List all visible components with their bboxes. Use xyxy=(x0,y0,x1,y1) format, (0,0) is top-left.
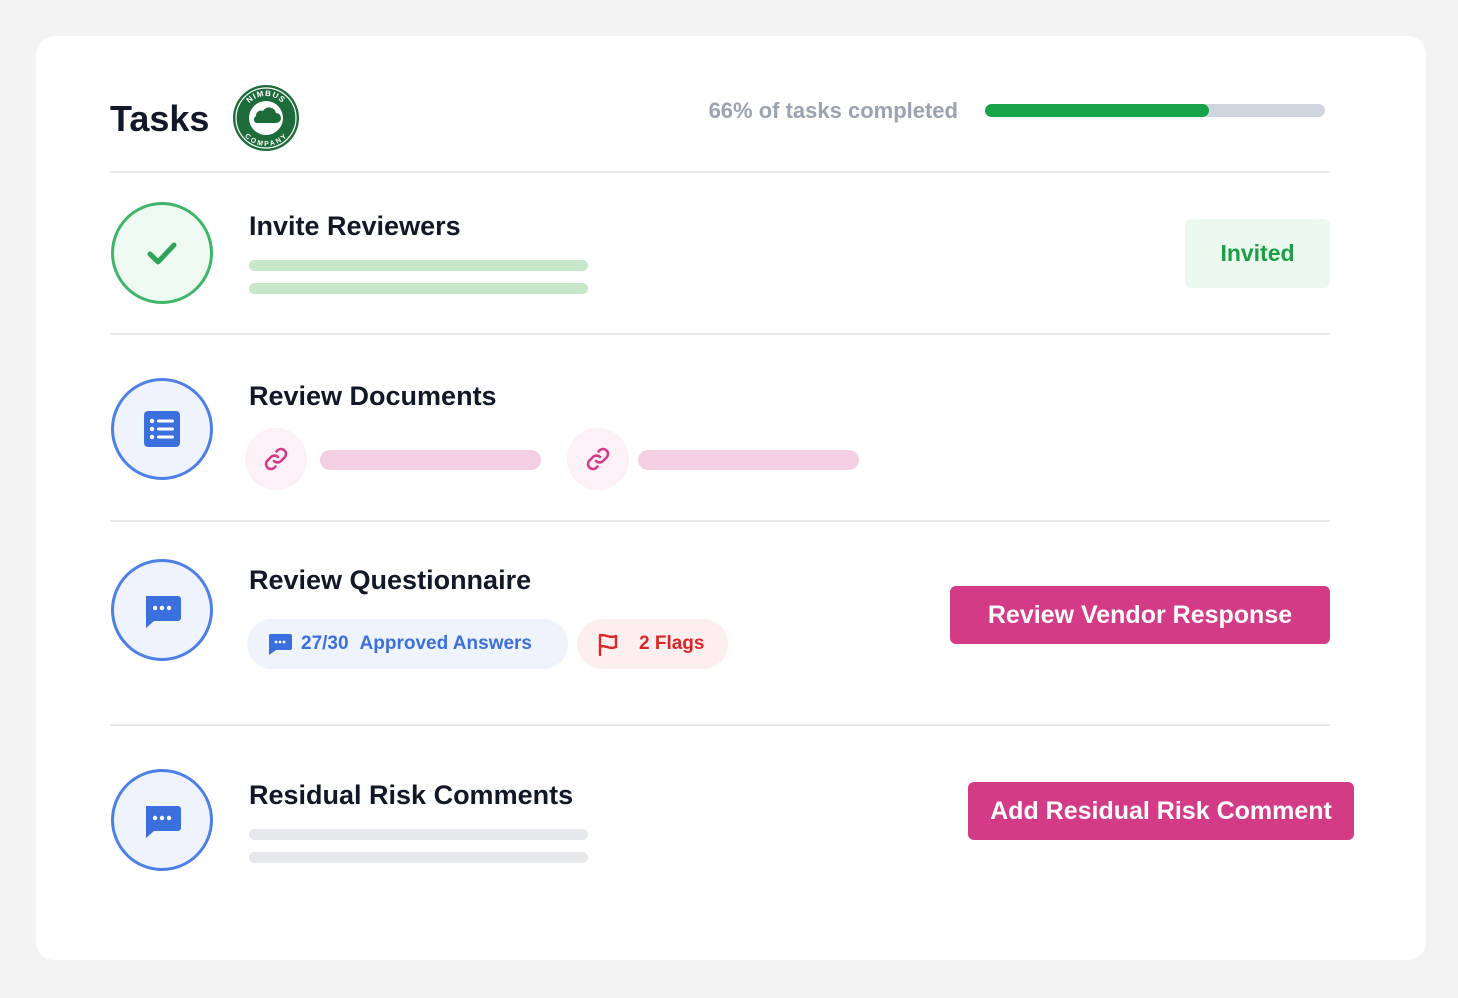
task-status-questionnaire xyxy=(111,559,213,661)
document-link[interactable] xyxy=(567,428,629,490)
progress-bar xyxy=(985,104,1325,117)
divider xyxy=(110,171,1330,173)
flag-icon xyxy=(598,633,618,657)
placeholder-line xyxy=(249,260,588,271)
approved-answers-label: Approved Answers xyxy=(359,633,532,654)
link-icon xyxy=(586,447,610,471)
document-name-placeholder xyxy=(638,450,859,470)
review-vendor-response-button[interactable]: Review Vendor Response xyxy=(950,586,1330,644)
task-status-residual-risk xyxy=(111,769,213,871)
task-title-review-questionnaire: Review Questionnaire xyxy=(249,565,532,595)
status-badge-invited: Invited xyxy=(1185,219,1330,288)
flags-pill[interactable]: 2 Flags xyxy=(577,619,728,669)
chat-bubble-icon xyxy=(268,634,292,655)
progress-bar-fill xyxy=(985,104,1210,117)
link-icon xyxy=(264,447,288,471)
divider xyxy=(110,724,1330,726)
task-title-invite-reviewers: Invite Reviewers xyxy=(249,211,461,241)
document-list-icon xyxy=(144,411,180,447)
placeholder-line xyxy=(249,829,588,840)
divider xyxy=(110,520,1330,522)
task-title-residual-risk-comments: Residual Risk Comments xyxy=(249,780,574,810)
chat-bubble-icon xyxy=(146,596,181,628)
divider xyxy=(110,333,1330,335)
flags-label: 2 Flags xyxy=(639,633,705,654)
chat-bubble-icon xyxy=(146,806,181,838)
task-status-complete xyxy=(111,202,213,304)
placeholder-line xyxy=(249,283,588,294)
document-link[interactable] xyxy=(245,428,307,490)
check-icon xyxy=(147,242,177,265)
task-status-documents xyxy=(111,378,213,480)
task-title-review-documents: Review Documents xyxy=(249,381,497,411)
company-logo: NIMBUS COMPANY xyxy=(232,84,300,152)
page-title: Tasks xyxy=(110,98,210,139)
document-name-placeholder xyxy=(320,450,541,470)
add-residual-risk-comment-button[interactable]: Add Residual Risk Comment xyxy=(968,782,1354,840)
approved-answers-count: 27/30 xyxy=(301,633,349,654)
placeholder-line xyxy=(249,852,588,863)
progress-label: 66% of tasks completed xyxy=(708,98,958,123)
approved-answers-pill[interactable]: 27/30 Approved Answers xyxy=(247,619,568,669)
